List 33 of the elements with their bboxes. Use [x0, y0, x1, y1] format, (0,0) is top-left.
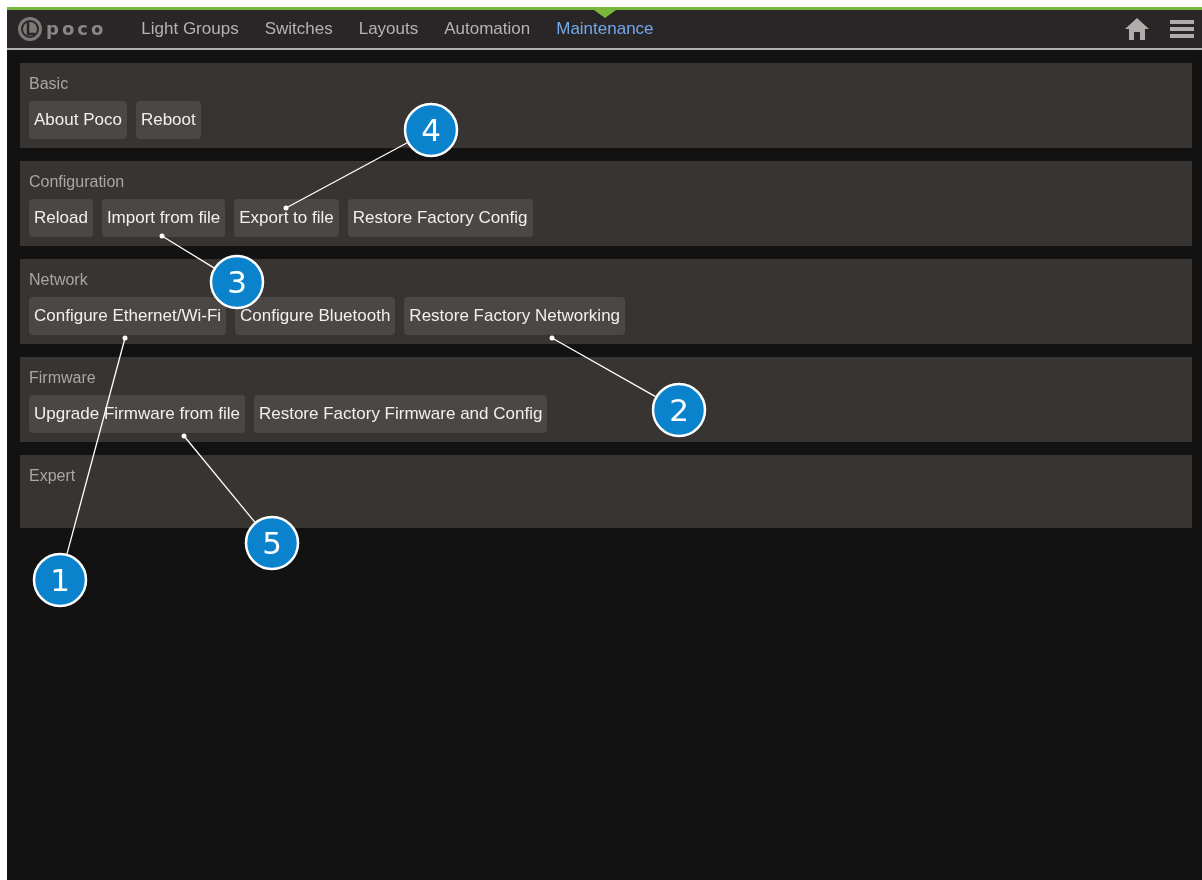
callout-marker: 2 [651, 382, 707, 438]
nav-tab[interactable]: Switches [251, 10, 346, 48]
section-title: Network [29, 270, 88, 290]
nav-tab[interactable]: Layouts [345, 10, 432, 48]
action-button[interactable]: Reboot [135, 101, 201, 139]
action-button[interactable]: Reload [29, 199, 93, 237]
nav-tab[interactable]: Automation [431, 10, 544, 48]
action-button[interactable]: About Poco [29, 101, 127, 139]
home-button[interactable] [1124, 17, 1150, 41]
section-title: Basic [29, 74, 69, 94]
home-icon [1124, 17, 1150, 41]
callout-marker: 5 [244, 515, 300, 571]
nav-tab[interactable]: Maintenance [543, 10, 667, 48]
section-title: Expert [29, 466, 76, 486]
action-button[interactable]: Configure Bluetooth [235, 297, 396, 335]
logo-icon [17, 16, 43, 42]
leader-line [159, 233, 215, 269]
nav-tab[interactable]: Light Groups [128, 10, 252, 48]
menu-button[interactable] [1170, 19, 1194, 39]
action-button[interactable]: Configure Ethernet/Wi-Fi [29, 297, 227, 335]
action-button[interactable]: Restore Factory Config [347, 199, 533, 237]
callout-marker: 1 [32, 552, 88, 608]
section-title: Configuration [29, 172, 125, 192]
callout-marker: 4 [403, 102, 459, 158]
action-button[interactable]: Restore Factory Firmware and Config [253, 395, 548, 433]
action-button[interactable]: Upgrade Firmware from file [29, 395, 245, 433]
section-title: Firmware [29, 368, 96, 388]
action-button[interactable]: Restore Factory Networking [404, 297, 626, 335]
menu-icon [1170, 19, 1194, 39]
callout-marker: 3 [209, 254, 265, 310]
logo-text: poco [46, 20, 107, 38]
action-button[interactable]: Export to file [234, 199, 339, 237]
action-button[interactable]: Import from file [101, 199, 226, 237]
